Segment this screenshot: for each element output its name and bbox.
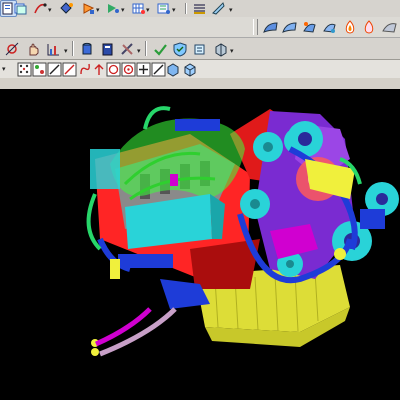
toolbar-row-5 bbox=[0, 78, 400, 89]
book-manual-icon[interactable] bbox=[99, 41, 116, 58]
surface-blue-1-icon[interactable] bbox=[262, 19, 279, 36]
cylinder-part-icon[interactable] bbox=[79, 41, 96, 58]
diagonal-line-icon[interactable] bbox=[61, 61, 78, 78]
stack-analysis-icon[interactable] bbox=[192, 41, 209, 58]
tools-assembly-icon[interactable] bbox=[119, 41, 136, 58]
arrow-feature-icon[interactable] bbox=[80, 0, 97, 17]
shield-analysis-icon[interactable] bbox=[172, 41, 189, 58]
cube-view-icon[interactable] bbox=[164, 61, 181, 78]
dropdown-arrow-icon[interactable]: ▾ bbox=[230, 48, 236, 55]
dropdown-arrow-icon[interactable]: ▾ bbox=[229, 7, 235, 14]
check-analysis-icon[interactable] bbox=[152, 41, 169, 58]
play-sketch-icon[interactable] bbox=[104, 0, 121, 17]
surface-blue-2-icon[interactable] bbox=[281, 19, 298, 36]
dimension-constraint-icon[interactable] bbox=[4, 41, 21, 58]
flame-outline-icon[interactable] bbox=[361, 19, 378, 36]
engine-model bbox=[86, 106, 399, 357]
cube-section-icon[interactable] bbox=[212, 41, 229, 58]
grid-feature-icon[interactable] bbox=[155, 0, 172, 17]
curve-edit-icon[interactable] bbox=[32, 0, 49, 17]
toolbar-row-4: ▾ bbox=[0, 60, 400, 78]
3d-viewport[interactable] bbox=[0, 89, 400, 400]
surface-blue-4-icon[interactable] bbox=[321, 19, 338, 36]
dropdown-arrow-icon[interactable]: ▾ bbox=[146, 7, 152, 14]
dropdown-arrow-icon[interactable]: ▾ bbox=[96, 7, 102, 14]
ruler-icon[interactable] bbox=[210, 0, 227, 17]
lines-settings-icon[interactable] bbox=[191, 0, 208, 17]
layers-icon[interactable] bbox=[12, 0, 29, 17]
surface-blue-3-icon[interactable] bbox=[301, 19, 318, 36]
dropdown-arrow-icon[interactable]: ▾ bbox=[121, 7, 127, 14]
dropdown-arrow-icon[interactable]: ▾ bbox=[2, 66, 8, 73]
surface-gray-icon[interactable] bbox=[381, 19, 398, 36]
flame-surface-icon[interactable] bbox=[342, 19, 359, 36]
chart-measure-icon[interactable] bbox=[45, 41, 62, 58]
box-view-icon[interactable] bbox=[181, 61, 198, 78]
diamond-feature-icon[interactable] bbox=[58, 0, 75, 17]
hand-select-icon[interactable] bbox=[25, 41, 42, 58]
toolbar-area: ▾ ▾ ▾ ▾ ▾ ▾ ▾ ▾ ▾ ▾ bbox=[0, 0, 400, 89]
dropdown-arrow-icon[interactable]: ▾ bbox=[172, 7, 178, 14]
dropdown-arrow-icon[interactable]: ▾ bbox=[48, 7, 54, 14]
grid-feature-icon[interactable] bbox=[130, 0, 147, 17]
toolbar-row-1: ▾ ▾ ▾ ▾ ▾ ▾ bbox=[0, 0, 400, 17]
toolbar-row-2 bbox=[0, 17, 400, 38]
dropdown-arrow-icon[interactable]: ▾ bbox=[137, 48, 143, 55]
dropdown-arrow-icon[interactable]: ▾ bbox=[64, 48, 70, 55]
toolbar-row-3: ▾ ▾ ▾ bbox=[0, 38, 400, 60]
